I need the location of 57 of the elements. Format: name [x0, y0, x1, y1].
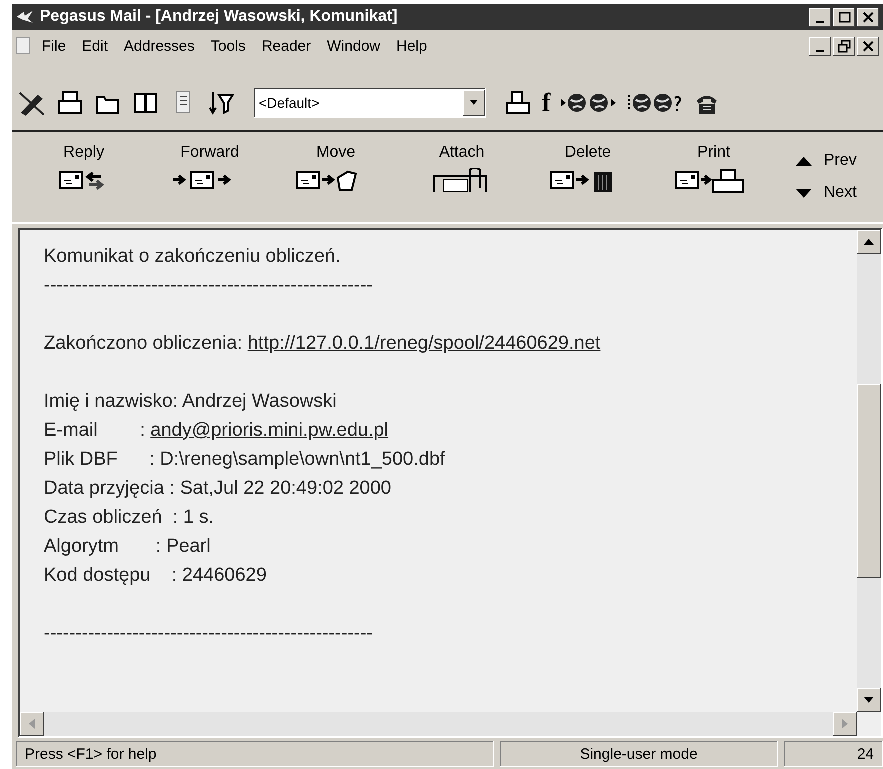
triangle-down-icon [794, 186, 814, 200]
menu-item[interactable]: File [36, 36, 72, 56]
minimize-button[interactable] [809, 36, 831, 56]
restore-icon [836, 40, 852, 52]
message-line: E-mail : [44, 420, 146, 441]
message-line: Plik DBF : D:\reneg\sample\own\nt1_500.dbf [44, 449, 446, 470]
menu-item[interactable]: Addresses [118, 36, 201, 56]
move-to-folder-button[interactable]: Move [286, 142, 386, 222]
message-line: Data przyjęcia : Sat,Jul 22 20:49:02 2000 [44, 478, 392, 499]
menu-item[interactable]: Window [321, 36, 386, 56]
dropdown-arrow-icon[interactable] [469, 99, 479, 107]
scrollbar-thumb[interactable] [857, 384, 881, 578]
message-line: Kod dostępu : 24460629 [44, 565, 267, 586]
maximize-icon [836, 10, 852, 24]
menu-item[interactable]: Reader [256, 36, 318, 56]
message-line: Komunikat o zakończeniu obliczeń. [44, 246, 341, 267]
next-button[interactable]: Next [794, 184, 857, 202]
status-pane: Press <F1> for help [16, 741, 494, 767]
maximize-button[interactable] [833, 8, 855, 26]
document-icon [16, 37, 32, 55]
message-line: Zakończono obliczenia: [44, 333, 244, 354]
close-button[interactable] [857, 8, 879, 26]
message-line: Algorytm : Pearl [44, 536, 211, 557]
filter-icon[interactable] [208, 89, 236, 117]
link[interactable]: http://127.0.0.1/reneg/spool/24460629.net [248, 333, 601, 354]
forward-button[interactable]: Forward [160, 142, 260, 222]
message-line: Czas obliczeń : 1 s. [44, 507, 214, 528]
reply-button[interactable]: Reply [34, 142, 134, 222]
printer-icon[interactable] [56, 89, 84, 117]
status-pane: Single-user mode [500, 741, 778, 767]
link[interactable]: andy@prioris.mini.pw.edu.pl [150, 420, 389, 441]
menu-item[interactable]: Edit [76, 36, 114, 56]
menu-item[interactable]: Help [390, 36, 434, 56]
combobox[interactable]: <Default> [254, 88, 486, 118]
window-title: Pegasus Mail - [Andrzej Wasowski, Komunikat] [40, 8, 399, 26]
message-line: Imię i nazwisko: Andrzej Wasowski [44, 391, 337, 412]
vertical-scrollbar[interactable] [857, 230, 881, 712]
close-icon [860, 40, 876, 52]
separator-line: ---------------------------------------------------- [44, 623, 374, 644]
printer-icon[interactable] [504, 89, 532, 117]
font-glyph[interactable]: f [542, 88, 551, 118]
status-pane: 24 [784, 741, 883, 767]
scroll-up-arrow-icon[interactable] [864, 239, 874, 245]
menu-item[interactable]: Tools [204, 36, 252, 56]
restore-button[interactable] [833, 36, 855, 56]
bird-icon [16, 10, 34, 24]
minimize-button[interactable] [809, 8, 831, 26]
close-icon [860, 10, 876, 24]
trash-button[interactable]: Delete [538, 142, 638, 222]
minimize-icon [816, 50, 824, 52]
previous-button[interactable]: Prev [794, 152, 857, 170]
scroll-down-arrow-icon[interactable] [864, 697, 874, 703]
attachment-button[interactable]: Attach [412, 142, 512, 222]
minimize-icon [816, 20, 824, 22]
printer-button[interactable]: Print [664, 142, 764, 222]
close-button[interactable] [857, 36, 879, 56]
separator-line: ---------------------------------------------------- [44, 275, 374, 296]
